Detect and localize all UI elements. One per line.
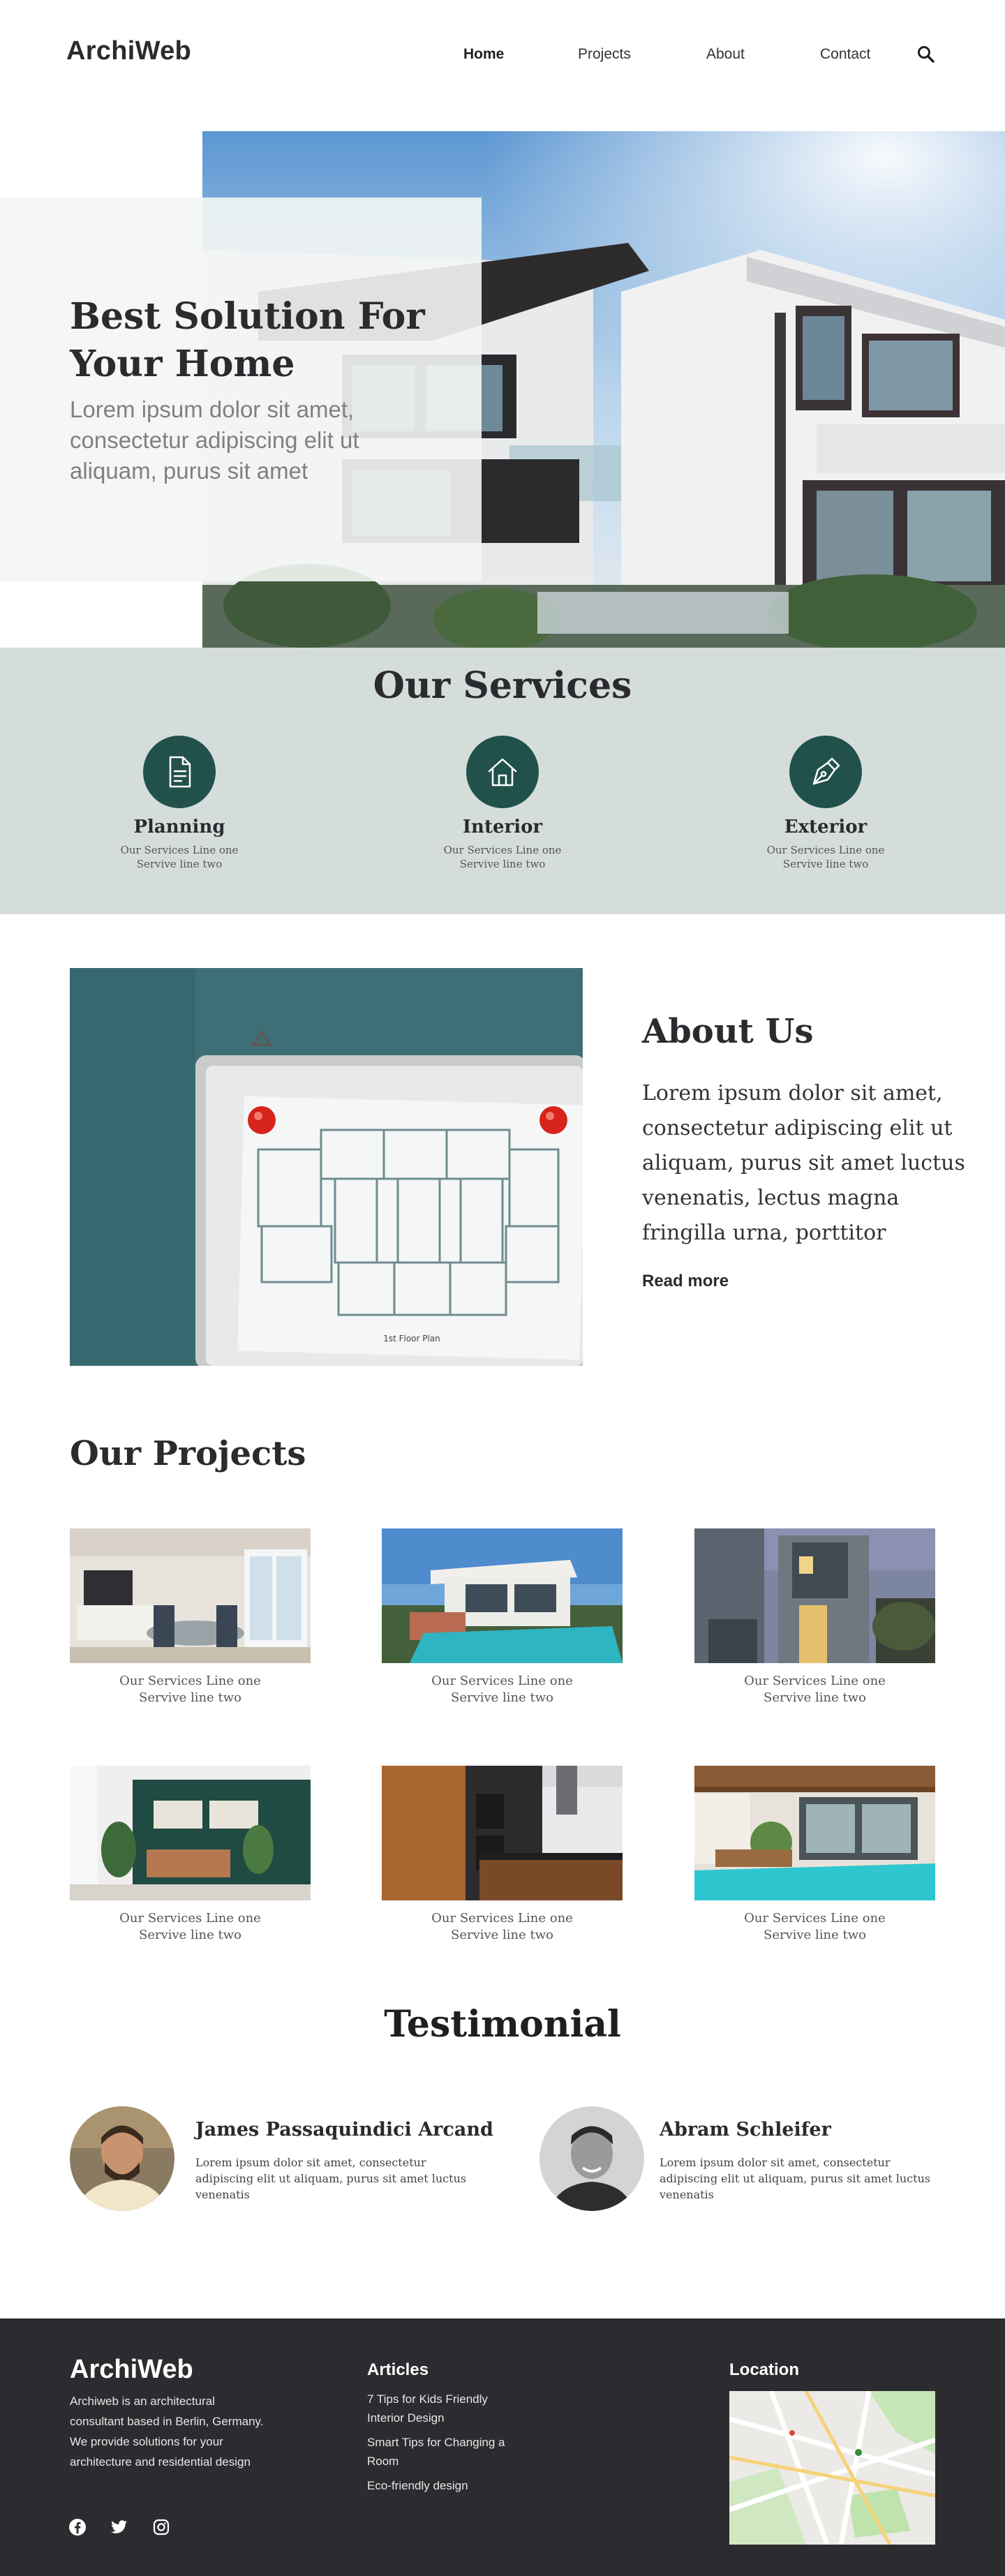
testimonial-text: Lorem ipsum dolor sit amet, consectetur … bbox=[660, 2156, 931, 2201]
project-caption: Our Services Line one Servive line two bbox=[694, 1673, 935, 1706]
testimonial-text: Lorem ipsum dolor sit amet, consectetur … bbox=[195, 2156, 467, 2201]
project-image-green-lounge bbox=[70, 1766, 311, 1900]
service-icon-circle bbox=[143, 736, 216, 808]
project-line-two: Servive line two bbox=[138, 1928, 241, 1942]
service-line-two: Servive line two bbox=[136, 858, 223, 870]
project-image-kitchen bbox=[382, 1766, 623, 1900]
location-map[interactable] bbox=[729, 2391, 935, 2545]
service-icon-circle bbox=[466, 736, 539, 808]
service-line-one: Our Services Line one bbox=[120, 844, 239, 856]
project-image-modern-facade bbox=[694, 1528, 935, 1663]
testimonial-name: Abram Schleifer bbox=[660, 2119, 831, 2141]
service-line-one: Our Services Line one bbox=[443, 844, 562, 856]
house-icon bbox=[488, 758, 517, 787]
project-line-one: Our Services Line one bbox=[119, 1911, 261, 1926]
footer-location-heading: Location bbox=[729, 2360, 799, 2379]
footer-article-link[interactable]: Smart Tips for Changing a Room bbox=[367, 2433, 528, 2471]
instagram-link[interactable] bbox=[151, 2517, 172, 2538]
footer-article-link[interactable]: 7 Tips for Kids Friendly Interior Design bbox=[367, 2390, 528, 2427]
project-line-one: Our Services Line one bbox=[744, 1674, 886, 1688]
site-logo[interactable]: ArchiWeb bbox=[66, 36, 191, 66]
service-line-two: Servive line two bbox=[782, 858, 869, 870]
project-caption: Our Services Line one Servive line two bbox=[382, 1673, 623, 1706]
footer-logo[interactable]: ArchiWeb bbox=[70, 2355, 193, 2385]
service-name: Exterior bbox=[784, 817, 868, 837]
project-line-two: Servive line two bbox=[450, 1690, 553, 1705]
project-caption: Our Services Line one Servive line two bbox=[70, 1673, 311, 1706]
project-card[interactable]: Our Services Line one Servive line two bbox=[70, 1528, 311, 1706]
search-icon bbox=[918, 46, 935, 63]
service-description: Our Services Line one Servive line two bbox=[412, 843, 593, 871]
nav-home[interactable]: Home bbox=[463, 46, 504, 63]
footer-articles-heading: Articles bbox=[367, 2360, 429, 2379]
twitter-icon bbox=[111, 2520, 127, 2533]
project-card[interactable]: Our Services Line one Servive line two bbox=[382, 1528, 623, 1706]
testimonial-title: Testimonial bbox=[384, 2003, 621, 2046]
services-title: Our Services bbox=[373, 664, 632, 707]
hero-title: Best Solution For Your Home bbox=[70, 295, 425, 385]
service-line-one: Our Services Line one bbox=[766, 844, 885, 856]
instagram-icon bbox=[153, 2519, 170, 2536]
avatar bbox=[539, 2106, 644, 2211]
testimonial-name: James Passaquindici Arcand bbox=[195, 2119, 493, 2141]
about-title: About Us bbox=[642, 1012, 814, 1051]
project-image-patio-pool bbox=[694, 1766, 935, 1900]
facebook-link[interactable] bbox=[67, 2517, 88, 2538]
project-line-two: Servive line two bbox=[763, 1690, 866, 1705]
project-line-one: Our Services Line one bbox=[431, 1674, 573, 1688]
project-caption: Our Services Line one Servive line two bbox=[70, 1910, 311, 1944]
project-line-two: Servive line two bbox=[138, 1690, 241, 1705]
project-card[interactable]: Our Services Line one Servive line two bbox=[694, 1766, 935, 1944]
service-planning[interactable]: Planning Our Services Line one Servive l… bbox=[89, 736, 270, 871]
service-description: Our Services Line one Servive line two bbox=[735, 843, 916, 871]
nav-contact[interactable]: Contact bbox=[820, 46, 870, 63]
site-footer: ArchiWeb Archiweb is an architectural co… bbox=[0, 2318, 1005, 2576]
search-button[interactable] bbox=[916, 45, 936, 64]
service-icon-circle bbox=[789, 736, 862, 808]
document-icon bbox=[169, 756, 191, 788]
project-line-one: Our Services Line one bbox=[431, 1911, 573, 1926]
about-text: Lorem ipsum dolor sit amet, consectetur … bbox=[642, 1081, 965, 1245]
service-name: Interior bbox=[462, 817, 543, 837]
projects-title: Our Projects bbox=[70, 1434, 306, 1473]
site-header: ArchiWeb Home Projects About Contact bbox=[0, 0, 1005, 112]
service-line-two: Servive line two bbox=[459, 858, 546, 870]
footer-about-text: Archiweb is an architectural consultant … bbox=[70, 2395, 264, 2469]
project-line-two: Servive line two bbox=[763, 1928, 866, 1942]
project-image-living-room bbox=[70, 1528, 311, 1663]
project-card[interactable]: Our Services Line one Servive line two bbox=[382, 1766, 623, 1944]
facebook-icon bbox=[69, 2519, 86, 2536]
read-more-link[interactable]: Read more bbox=[642, 1272, 729, 1291]
services-section: Our Services Planning Our Services Line … bbox=[0, 648, 1005, 914]
project-caption: Our Services Line one Servive line two bbox=[694, 1910, 935, 1944]
avatar bbox=[70, 2106, 174, 2211]
project-card[interactable]: Our Services Line one Servive line two bbox=[694, 1528, 935, 1706]
nav-about[interactable]: About bbox=[706, 46, 745, 63]
footer-article-link[interactable]: Eco-friendly design bbox=[367, 2476, 528, 2495]
about-image: 1st Floor Plan bbox=[70, 968, 583, 1366]
twitter-link[interactable] bbox=[109, 2517, 130, 2538]
project-line-one: Our Services Line one bbox=[119, 1674, 261, 1688]
service-description: Our Services Line one Servive line two bbox=[89, 843, 270, 871]
project-image-villa-pool bbox=[382, 1528, 623, 1663]
hero-text-panel bbox=[0, 198, 482, 581]
project-caption: Our Services Line one Servive line two bbox=[382, 1910, 623, 1944]
nav-projects[interactable]: Projects bbox=[578, 46, 631, 63]
service-name: Planning bbox=[133, 817, 225, 837]
service-interior[interactable]: Interior Our Services Line one Servive l… bbox=[412, 736, 593, 871]
project-card[interactable]: Our Services Line one Servive line two bbox=[70, 1766, 311, 1944]
hero-subtitle: Lorem ipsum dolor sit amet, consectetur … bbox=[70, 396, 359, 484]
floor-plan-caption: 1st Floor Plan bbox=[383, 1334, 440, 1343]
project-line-one: Our Services Line one bbox=[744, 1911, 886, 1926]
project-line-two: Servive line two bbox=[450, 1928, 553, 1942]
service-exterior[interactable]: Exterior Our Services Line one Servive l… bbox=[735, 736, 916, 871]
pen-nib-icon bbox=[812, 757, 840, 785]
